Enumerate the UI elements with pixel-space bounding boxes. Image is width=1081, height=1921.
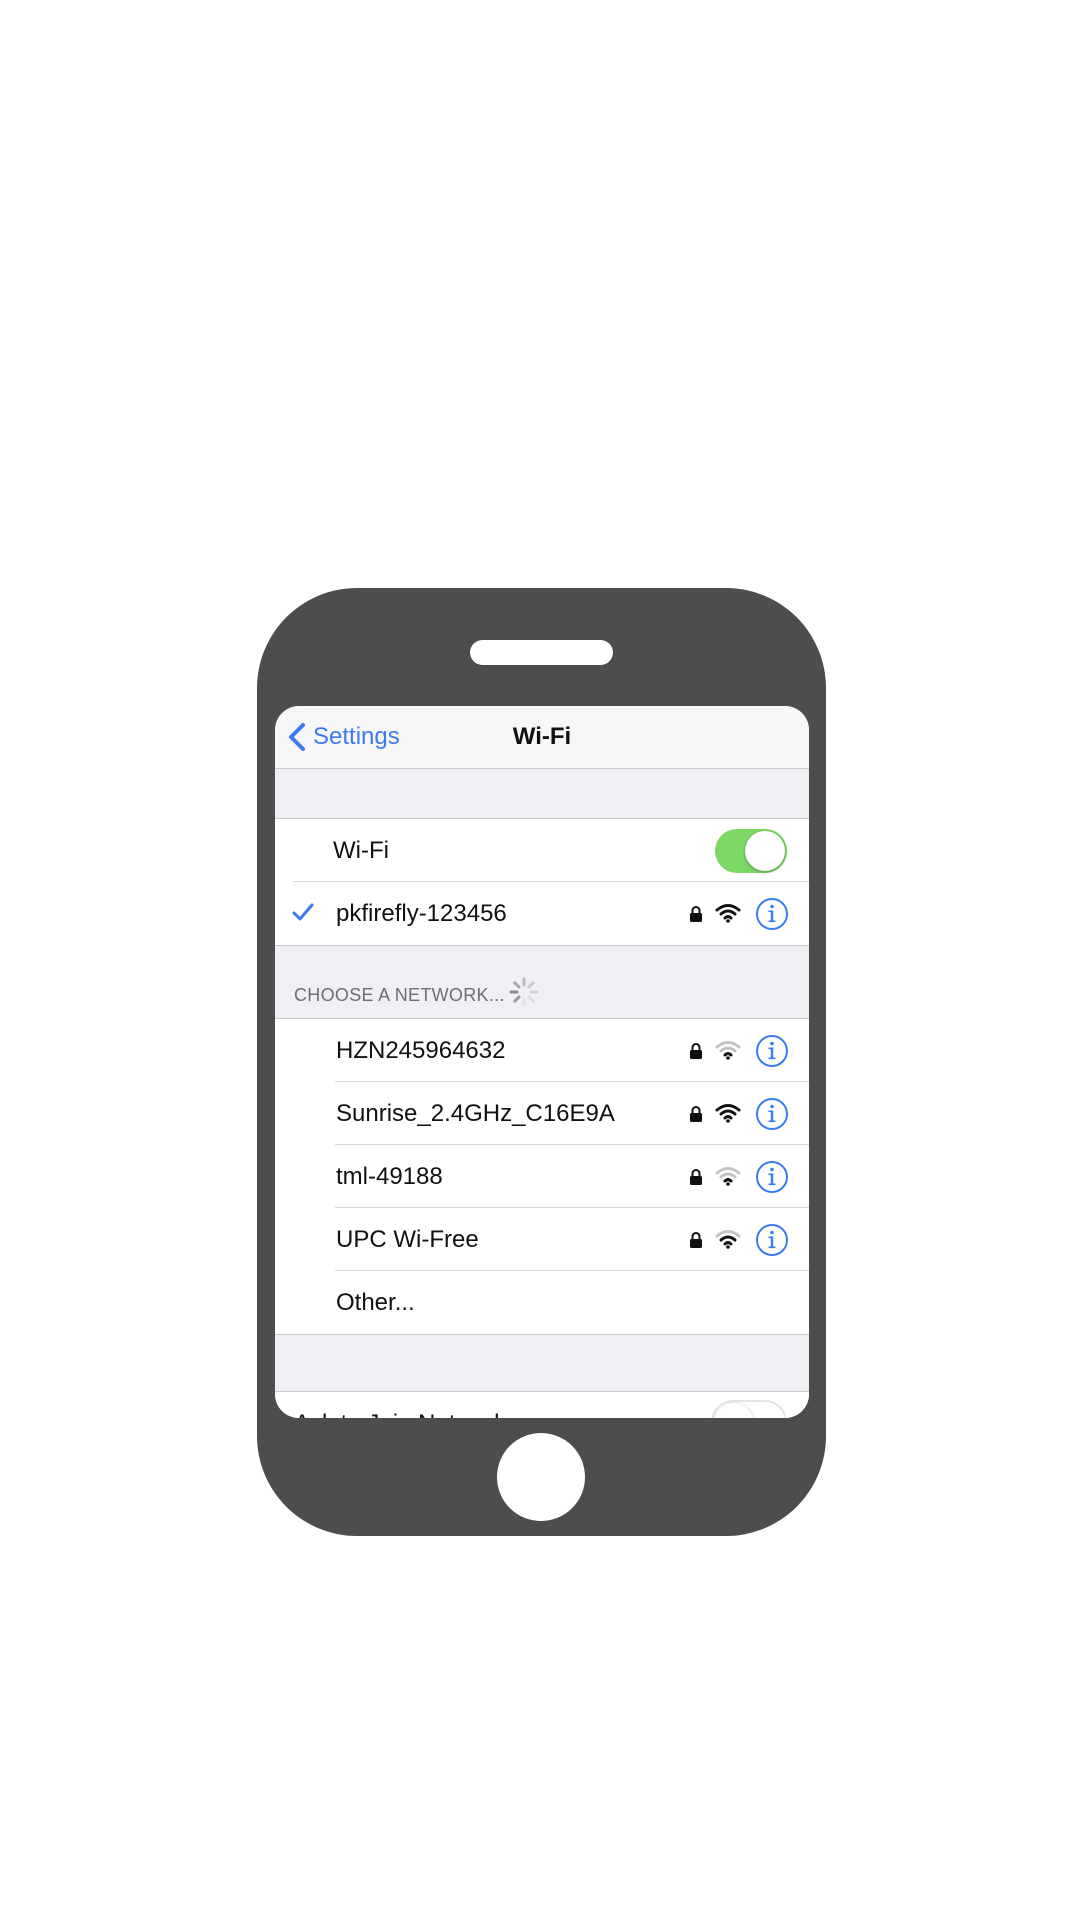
network-name: Sunrise_2.4GHz_C16E9A [336, 1100, 615, 1127]
wifi-signal-icon [715, 1104, 741, 1123]
wifi-signal-icon [715, 1167, 741, 1186]
navigation-bar: Settings Wi-Fi [275, 706, 809, 769]
info-circle-icon[interactable] [755, 1160, 789, 1194]
network-row[interactable]: HZN245964632 [275, 1019, 809, 1082]
wifi-toggle[interactable] [715, 829, 787, 873]
checkmark-icon [292, 903, 314, 921]
connected-network-name: pkfirefly-123456 [336, 900, 507, 927]
ask-to-join-toggle[interactable] [711, 1400, 787, 1418]
info-circle-icon[interactable] [755, 1034, 789, 1068]
wifi-signal-icon [715, 1041, 741, 1060]
info-circle-icon[interactable] [755, 1097, 789, 1131]
connected-network-row[interactable]: pkfirefly-123456 [275, 882, 809, 945]
toggle-knob [745, 831, 785, 871]
phone-speaker [470, 640, 613, 665]
page: Settings Wi-Fi Wi-Fi pkfirefly-123456 CH… [0, 0, 1081, 1921]
lock-icon [690, 1106, 702, 1122]
lock-icon [690, 1232, 702, 1248]
info-circle-icon[interactable] [755, 1223, 789, 1257]
lock-icon [690, 1169, 702, 1185]
wifi-signal-icon [715, 1230, 741, 1249]
network-name: HZN245964632 [336, 1037, 506, 1064]
ask-to-join-row: Ask to Join Networks [275, 1392, 809, 1418]
page-title: Wi-Fi [512, 723, 572, 750]
loading-spinner-icon [509, 977, 539, 1007]
other-network-label: Other... [336, 1289, 415, 1316]
network-name: tml-49188 [336, 1163, 443, 1190]
network-row[interactable]: Sunrise_2.4GHz_C16E9A [275, 1082, 809, 1145]
wifi-label: Wi-Fi [333, 837, 389, 864]
network-name: UPC Wi-Free [336, 1226, 479, 1253]
wifi-signal-icon [715, 904, 741, 923]
wifi-group: Wi-Fi pkfirefly-123456 [275, 818, 809, 946]
ask-to-join-label: Ask to Join Networks [294, 1392, 518, 1418]
home-button[interactable] [497, 1433, 585, 1521]
info-circle-icon[interactable] [755, 897, 789, 931]
lock-icon [690, 1043, 702, 1059]
other-network-row[interactable]: Other... [275, 1271, 809, 1334]
ask-to-join-group: Ask to Join Networks [275, 1391, 809, 1418]
lock-icon [690, 906, 702, 922]
phone-frame: Settings Wi-Fi Wi-Fi pkfirefly-123456 CH… [257, 588, 826, 1536]
toggle-knob [714, 1403, 754, 1418]
phone-screen: Settings Wi-Fi Wi-Fi pkfirefly-123456 CH… [275, 706, 809, 1418]
networks-group: HZN245964632 Sunrise_2.4GHz_C16E9A tml-4… [275, 1018, 809, 1335]
choose-network-header: CHOOSE A NETWORK... [294, 985, 505, 1005]
network-row[interactable]: tml-49188 [275, 1145, 809, 1208]
network-row[interactable]: UPC Wi-Free [275, 1208, 809, 1271]
wifi-toggle-row: Wi-Fi [275, 819, 809, 882]
